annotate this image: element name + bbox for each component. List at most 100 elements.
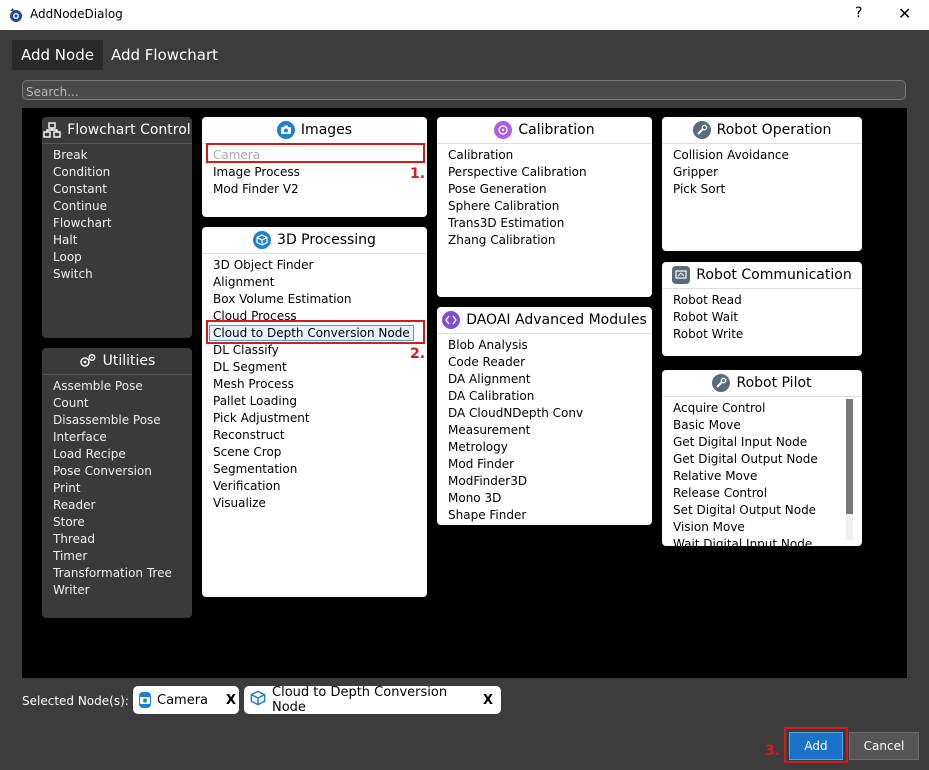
list-item[interactable]: Pick Sort [673, 181, 862, 198]
tab-add-flowchart[interactable]: Add Flowchart [102, 40, 227, 70]
list-item[interactable]: Condition [53, 164, 192, 181]
search-box[interactable] [22, 80, 911, 101]
list-item[interactable]: Acquire Control [673, 400, 862, 417]
list-item[interactable]: Flowchart [53, 215, 192, 232]
card-robot-operation: Robot Operation Collision Avoidance Grip… [662, 117, 862, 251]
close-button[interactable]: ✕ [898, 4, 911, 23]
camera-icon [276, 121, 295, 139]
list-item[interactable]: DA Alignment [448, 371, 652, 388]
card-3d-processing: 3D Processing 3D Object Finder Alignment… [202, 227, 427, 597]
list-item[interactable]: Set Digital Output Node [673, 502, 862, 519]
list-item[interactable]: DA Calibration [448, 388, 652, 405]
list-item[interactable]: DL Segment [213, 359, 427, 376]
list-item[interactable]: Robot Write [673, 326, 862, 343]
remove-chip-button[interactable]: X [483, 693, 493, 708]
list-item[interactable]: Segmentation [213, 461, 427, 478]
list-item[interactable]: Get Digital Input Node [673, 434, 862, 451]
list-item[interactable]: Vision Move [673, 519, 862, 536]
window-title: AddNodeDialog [30, 7, 123, 21]
annotation-marker-2: 2. [410, 346, 426, 362]
list-item[interactable]: Constant [53, 181, 192, 198]
card-title: Images [300, 122, 353, 138]
list-item[interactable]: Reconstruct [213, 427, 427, 444]
list-item[interactable]: Loop [53, 249, 192, 266]
help-button[interactable]: ? [855, 5, 862, 21]
list-item[interactable]: Box Volume Estimation [213, 291, 427, 308]
list-item[interactable]: Mesh Process [213, 376, 427, 393]
list-item[interactable]: Blob Analysis [448, 337, 652, 354]
list-item[interactable]: Print [53, 480, 192, 497]
calibration-target-icon [494, 121, 513, 139]
card-title: Flowchart Control [67, 122, 191, 138]
card-robot-communication: Robot Communication Robot Read Robot Wai… [662, 262, 862, 356]
list-item[interactable]: Wait Digital Input Node [673, 536, 862, 546]
list-item[interactable]: Assemble Pose [53, 378, 192, 395]
list-item[interactable]: Calibration [448, 147, 652, 164]
list-item[interactable]: Verification [213, 478, 427, 495]
list-item[interactable]: Load Recipe [53, 446, 192, 463]
list-item[interactable]: Pose Generation [448, 181, 652, 198]
list-item[interactable]: Release Control [673, 485, 862, 502]
list-item[interactable]: Gripper [673, 164, 862, 181]
gears-icon [79, 354, 96, 367]
cancel-button[interactable]: Cancel [849, 732, 919, 760]
tab-add-node[interactable]: Add Node [12, 40, 103, 70]
list-item[interactable]: Reader [53, 497, 192, 514]
card-title: Robot Operation [716, 122, 832, 138]
list-item[interactable]: Scene Crop [213, 444, 427, 461]
list-item[interactable]: Mod Finder [448, 456, 652, 473]
list-item[interactable]: Pick Adjustment [213, 410, 427, 427]
list-item[interactable]: Shape Finder [448, 507, 652, 524]
remove-chip-button[interactable]: X [226, 693, 236, 708]
robot-pilot-scrollbar[interactable] [846, 399, 853, 540]
selected-nodes-label: Selected Node(s): [22, 694, 129, 708]
card-title: Calibration [518, 122, 595, 138]
list-item[interactable]: Trans3D Estimation [448, 215, 652, 232]
list-item[interactable]: Thread [53, 531, 192, 548]
wrench-icon [712, 374, 731, 392]
list-item[interactable]: Visualize [213, 495, 427, 512]
app-eye-icon [10, 8, 22, 22]
list-item[interactable]: Zhang Calibration [448, 232, 652, 249]
list-item[interactable]: ModFinder3D [448, 473, 652, 490]
list-item[interactable]: Code Reader [448, 354, 652, 371]
card-title: Robot Pilot [736, 375, 812, 391]
list-item[interactable]: Interface [53, 429, 192, 446]
title-bar: AddNodeDialog ? ✕ [0, 0, 929, 30]
list-item[interactable]: 3D Object Finder [213, 257, 427, 274]
list-item[interactable]: Break [53, 147, 192, 164]
list-item[interactable]: Metrology [448, 439, 652, 456]
list-item[interactable]: Continue [53, 198, 192, 215]
list-item[interactable]: Store [53, 514, 192, 531]
list-item[interactable]: Transformation Tree [53, 565, 192, 582]
add-button[interactable]: Add [789, 732, 843, 760]
list-item[interactable]: DL Classify [213, 342, 427, 359]
list-item[interactable]: Collision Avoidance [673, 147, 862, 164]
list-item[interactable]: Relative Move [673, 468, 862, 485]
list-item[interactable]: Halt [53, 232, 192, 249]
list-item[interactable]: Disassemble Pose [53, 412, 192, 429]
list-item[interactable]: Basic Move [673, 417, 862, 434]
list-item[interactable]: Robot Read [673, 292, 862, 309]
list-item[interactable]: Timer [53, 548, 192, 565]
list-item[interactable]: Pose Conversion [53, 463, 192, 480]
search-input[interactable] [23, 83, 911, 101]
list-item[interactable]: Switch [53, 266, 192, 283]
list-item[interactable]: Perspective Calibration [448, 164, 652, 181]
card-header: Robot Pilot [662, 370, 862, 397]
list-item[interactable]: Pallet Loading [213, 393, 427, 410]
code-brackets-icon [442, 311, 461, 329]
scrollbar-thumb[interactable] [846, 399, 853, 514]
list-item[interactable]: Measurement [448, 422, 652, 439]
list-item[interactable]: Writer [53, 582, 192, 599]
highlight-cloud-to-depth-box [206, 320, 425, 344]
list-item[interactable]: Count [53, 395, 192, 412]
list-item[interactable]: Alignment [213, 274, 427, 291]
list-item[interactable]: DA CloudNDepth Conv [448, 405, 652, 422]
list-item[interactable]: Get Digital Output Node [673, 451, 862, 468]
list-item[interactable]: Robot Wait [673, 309, 862, 326]
list-item[interactable]: Sphere Calibration [448, 198, 652, 215]
list-item[interactable]: Mod Finder V2 [213, 181, 427, 198]
list-item[interactable]: Mono 3D [448, 490, 652, 507]
list-item[interactable]: Image Process [213, 164, 427, 181]
